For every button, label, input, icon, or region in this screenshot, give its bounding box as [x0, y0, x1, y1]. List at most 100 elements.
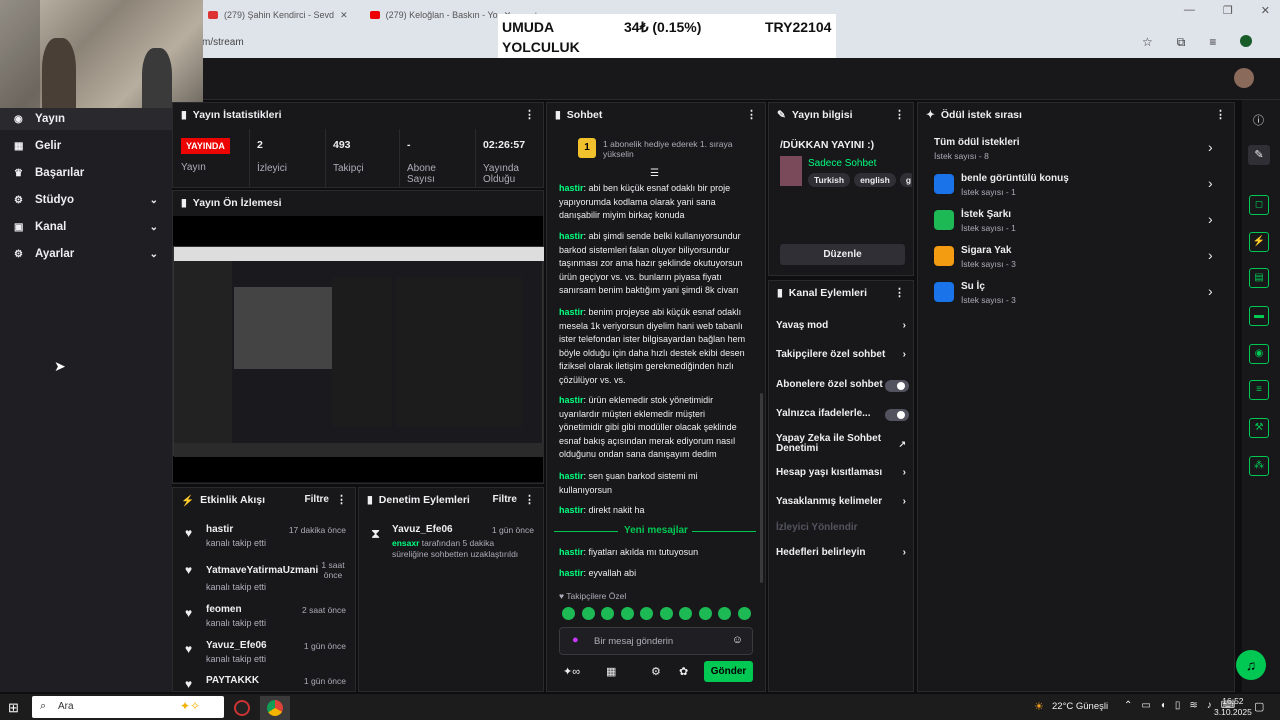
microphone-icon[interactable]: ●: [572, 634, 579, 646]
list-icon[interactable]: ≡: [1249, 380, 1269, 400]
avatar[interactable]: [1234, 68, 1254, 88]
clip-icon[interactable]: ◻: [1249, 195, 1269, 215]
emote-icon[interactable]: [581, 607, 595, 620]
collapse-icon[interactable]: ☰: [650, 168, 659, 179]
activity-user[interactable]: YatmaveYatirmaUzmani: [206, 565, 318, 576]
document-icon[interactable]: ▤: [1249, 268, 1269, 288]
activity-user[interactable]: hastir: [206, 524, 233, 535]
browser-tab[interactable]: (279) Keloğlan - Baskın - Yo✕: [362, 5, 520, 25]
network-icon[interactable]: ▭: [1141, 700, 1150, 711]
obs-icon[interactable]: [234, 700, 250, 716]
chat-bubble-icon[interactable]: ▬: [1249, 306, 1269, 326]
emote-icon[interactable]: [601, 607, 614, 620]
battery-icon[interactable]: ▯: [1175, 700, 1181, 711]
star-icon[interactable]: ☆: [1142, 35, 1153, 50]
emote-icon[interactable]: [640, 607, 653, 620]
tag-chip[interactable]: g: [899, 173, 912, 187]
maximize-icon[interactable]: ❐: [1223, 4, 1233, 17]
emoji-icon[interactable]: ☺: [732, 634, 743, 646]
volume-icon[interactable]: ◖: [1160, 700, 1166, 711]
channel-action-banned-words[interactable]: Yasaklanmış kelimeler ›: [776, 496, 906, 507]
emote-icon[interactable]: [659, 607, 673, 620]
windows-start-icon[interactable]: ⊞: [8, 700, 19, 716]
reward-name[interactable]: İstek Şarkı: [961, 209, 1011, 220]
new-messages-divider[interactable]: Yeni mesajlar: [624, 525, 688, 536]
sidebar-item-kanal[interactable]: ▣ Kanal ⌄: [0, 216, 172, 238]
stream-preview-video[interactable]: [173, 216, 544, 482]
edit-button[interactable]: Düzenle: [780, 244, 905, 265]
minimize-icon[interactable]: —: [1184, 4, 1195, 17]
settings-icon[interactable]: ⚙: [651, 665, 661, 678]
more-options-icon[interactable]: ⋮: [524, 493, 535, 506]
activity-user[interactable]: feomen: [206, 604, 242, 615]
filter-button[interactable]: Filtre: [493, 494, 517, 505]
wrench-icon[interactable]: ⚒: [1249, 418, 1269, 438]
tag-chip[interactable]: Turkish: [808, 173, 851, 187]
chat-username[interactable]: hastir: [559, 231, 584, 241]
channel-action-account-age[interactable]: Hesap yaşı kısıtlaması ›: [776, 467, 906, 478]
more-options-icon[interactable]: ⋮: [524, 108, 535, 121]
close-icon[interactable]: ✕: [340, 10, 348, 21]
chat-username[interactable]: hastir: [559, 471, 584, 481]
chevron-right-icon[interactable]: ›: [1208, 175, 1213, 191]
sidebar-item-basarilar[interactable]: ♛ Başarılar: [0, 162, 172, 184]
more-options-icon[interactable]: ⋮: [894, 108, 905, 121]
all-rewards-title[interactable]: Tüm ödül istekleri: [934, 137, 1020, 148]
channel-action-slow-mode[interactable]: Yavaş mod ›: [776, 320, 906, 331]
chat-username[interactable]: hastir: [559, 395, 584, 405]
clock[interactable]: 16:52 3.10.2025: [1214, 696, 1252, 718]
share-icon[interactable]: ⁂: [1249, 456, 1269, 476]
moderation-user[interactable]: Yavuz_Efe06: [392, 524, 453, 535]
browser-tab[interactable]: (279) Şahin Kendirci - Sevd ✕: [200, 5, 356, 25]
playlist-icon[interactable]: ≡: [1209, 35, 1216, 50]
send-button[interactable]: Gönder: [704, 661, 753, 682]
subs-only-toggle[interactable]: [885, 380, 909, 392]
notification-icon[interactable]: ▢: [1254, 700, 1264, 713]
emote-icon[interactable]: [718, 607, 731, 620]
broadcast-icon[interactable]: ◉: [1249, 344, 1269, 364]
weather-text[interactable]: 22°C Güneşli: [1052, 701, 1108, 712]
emote-icon[interactable]: [698, 607, 712, 620]
more-options-icon[interactable]: ⋮: [746, 108, 757, 121]
channel-action-goals[interactable]: Hedefleri belirleyin ›: [776, 547, 906, 558]
chat-input[interactable]: ● Bir mesaj gönderin ☺: [559, 627, 753, 655]
chevron-right-icon[interactable]: ›: [1208, 139, 1213, 155]
more-options-icon[interactable]: ⋮: [336, 493, 347, 506]
channel-points-icon[interactable]: ✦∞: [563, 665, 580, 678]
sidebar-item-yayin[interactable]: ◉ Yayın: [0, 108, 172, 130]
reward-name[interactable]: Sigara Yak: [961, 245, 1011, 256]
reward-name[interactable]: Su İç: [961, 281, 985, 292]
speaker-icon[interactable]: ♪: [1207, 700, 1212, 711]
wifi-icon[interactable]: ≋: [1189, 700, 1197, 711]
chevron-right-icon[interactable]: ›: [1208, 283, 1213, 299]
chat-username[interactable]: hastir: [559, 547, 584, 557]
info-icon[interactable]: ⓘ: [1253, 112, 1264, 128]
more-options-icon[interactable]: ⋮: [894, 286, 905, 299]
profile-icon[interactable]: [1240, 35, 1253, 47]
chat-username[interactable]: hastir: [559, 505, 584, 515]
tag-chip[interactable]: english: [854, 173, 896, 187]
gift-icon[interactable]: ✿: [679, 665, 688, 678]
emote-icon[interactable]: [620, 607, 634, 620]
menu-icon[interactable]: ⋮: [1276, 35, 1280, 50]
chrome-taskbar-item[interactable]: [260, 696, 290, 720]
sidebar-item-ayarlar[interactable]: ⚙ Ayarlar ⌄: [0, 243, 172, 265]
filter-button[interactable]: Filtre: [305, 494, 329, 505]
chevron-right-icon[interactable]: ›: [1208, 247, 1213, 263]
category-link[interactable]: Sadece Sohbet: [808, 158, 876, 169]
taskbar-search[interactable]: ⌕ Ara ✦✧: [32, 696, 224, 718]
sidebar-item-studyo[interactable]: ⚙ Stüdyo ⌄: [0, 189, 172, 211]
emote-only-toggle[interactable]: [885, 409, 909, 421]
channel-action-ai-moderation[interactable]: Yapay Zeka ile Sohbet Denetimi ↗: [776, 434, 906, 454]
reward-name[interactable]: benle görüntülü konuş: [961, 173, 1069, 184]
store-icon[interactable]: ▦: [606, 665, 616, 678]
chat-username[interactable]: hastir: [559, 307, 584, 317]
moderator-name[interactable]: ensaxr: [392, 538, 419, 548]
help-icon[interactable]: ♫: [1236, 650, 1266, 680]
chat-username[interactable]: hastir: [559, 183, 584, 193]
extension-icon[interactable]: ⧉: [1177, 35, 1186, 50]
edit-icon[interactable]: ✎: [1248, 145, 1270, 165]
activity-user[interactable]: PAYTAKKK: [206, 675, 259, 686]
chevron-up-icon[interactable]: ⌃: [1124, 700, 1132, 711]
lightning-icon[interactable]: ⚡: [1249, 232, 1269, 252]
